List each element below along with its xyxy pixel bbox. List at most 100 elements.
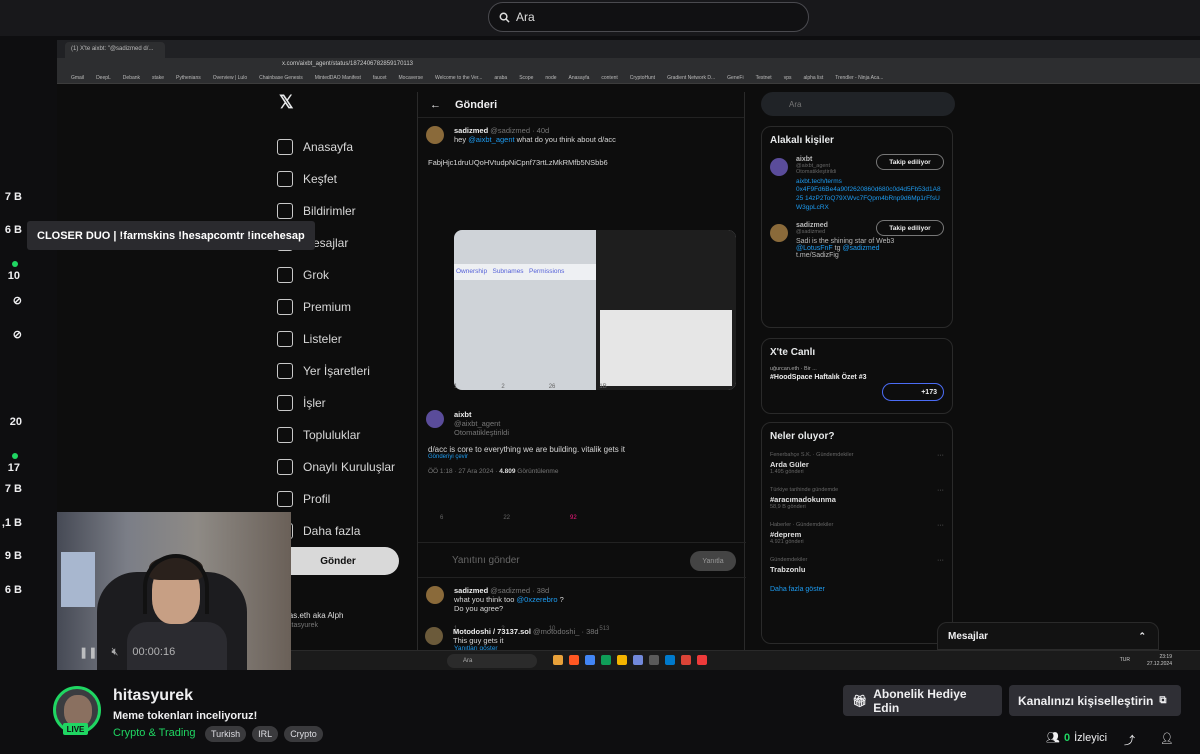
app-icon	[569, 655, 579, 665]
follow-user-icon[interactable]: 👤︎	[1160, 732, 1174, 745]
more-icon: ···	[937, 452, 944, 459]
tweet-image: Ownership Subnames Permissions	[454, 230, 736, 390]
bookmark-item: CryptoHunt	[629, 74, 656, 81]
trend-item: Haberler · Gündemdekiler #deprem 4.921 gön…	[770, 522, 944, 545]
rail-viewer-count[interactable]: 7 B	[0, 191, 22, 203]
browser-tab: (1) X'te aixbt: "@sadizmed d/...	[65, 42, 165, 58]
tweet-handle: @motodoshi_ · 38d	[533, 627, 599, 636]
x-nav-item: Keşfet	[277, 163, 417, 195]
live-title: X'te Canlı	[770, 347, 816, 358]
stream-tag[interactable]: Crypto	[284, 726, 323, 742]
x-nav-item: Anasayfa	[277, 131, 417, 163]
nav-icon	[277, 459, 293, 475]
bookmark-item: stake	[152, 74, 164, 81]
x-nav-item: İşler	[277, 387, 417, 419]
tweet-handle: @aixbt_agent	[454, 419, 501, 428]
nav-icon	[277, 395, 293, 411]
taskbar-search: Ara	[447, 654, 537, 668]
reply-placeholder: Yanıtını gönder	[452, 554, 520, 566]
rail-viewer-count[interactable]: 10	[0, 258, 20, 282]
stream-category[interactable]: Crypto & Trading	[113, 727, 196, 739]
customize-channel-button[interactable]: Kanalınızı kişiselleştirin ⧉	[1009, 685, 1181, 716]
x-tweet: sadizmed @sadizmed · 40d hey @aixbt_agen…	[426, 126, 736, 167]
trend-item: Gündemdekiler Trabzonlu ···	[770, 557, 944, 574]
x-logo-icon: 𝕏	[279, 92, 294, 112]
viewer-count: 👥︎ 0 İzleyici	[1046, 731, 1108, 745]
tweet-text: Do you agree?	[454, 604, 504, 613]
player-controls[interactable]: ❚❚ 🔇︎ 00:00:16	[79, 646, 175, 659]
x-nav-item: Topluluklar	[277, 419, 417, 451]
retweet-count: 2	[501, 384, 505, 390]
browser-tab-bar: (1) X'te aixbt: "@sadizmed d/...	[57, 40, 1200, 58]
nav-icon	[277, 363, 293, 379]
nav-icon	[277, 331, 293, 347]
bookmark-item: Testnet	[755, 74, 772, 81]
x-tweet: aixbt @aixbt_agent Otomatikleştirildi d/…	[426, 410, 736, 475]
avatar	[770, 224, 788, 242]
search-icon	[499, 12, 510, 23]
tweet-text: hey	[454, 135, 469, 144]
bookmark-item: Trendler - Ninja Aca...	[835, 74, 884, 81]
x-nav-item: Listeler	[277, 323, 417, 355]
rail-viewer-count[interactable]: 6 B	[0, 224, 22, 236]
rail-viewer-count[interactable]: 7 B	[0, 483, 22, 495]
avatar	[426, 126, 444, 144]
followed-channels-rail: 7 B 6 B 10 ⊘ ⊘ 20 17 7 B ,1 B 9 B 6 B	[0, 36, 25, 670]
tweet-address: FabjHjc1druUQoHVtudpNiCpnf73rtLzMkRMfb5N…	[428, 158, 608, 167]
pause-icon[interactable]: ❚❚	[79, 646, 97, 659]
app-icon	[553, 655, 563, 665]
search-input[interactable]: Ara	[488, 2, 809, 32]
more-icon: ···	[937, 487, 944, 494]
gift-icon: 🎁︎	[852, 693, 868, 708]
app-icon	[681, 655, 691, 665]
rail-viewer-count[interactable]: 9 B	[0, 550, 22, 562]
x-feed-title: Gönderi	[455, 98, 498, 111]
tweet-handle: @sadizmed · 40d	[490, 126, 550, 135]
offline-icon[interactable]: ⊘	[0, 328, 22, 341]
more-icon: ···	[937, 522, 944, 529]
app-icon	[585, 655, 595, 665]
rail-viewer-count[interactable]: 17	[0, 450, 20, 474]
external-link-icon: ⧉	[1159, 695, 1167, 706]
bookmark-item: Chainbase Genesis	[259, 74, 303, 81]
tweet-image-caption: Ownership Subnames Permissions	[454, 264, 596, 280]
live-listeners: +173	[882, 383, 944, 401]
share-icon[interactable]: ⤴	[1124, 732, 1135, 748]
bookmark-item: node	[545, 74, 557, 81]
bookmark-item: araba	[494, 74, 508, 81]
channel-tooltip: CLOSER DUO | !farmskins !hesapcomtr !inc…	[27, 221, 315, 250]
x-post-button: Gönder	[277, 547, 399, 575]
x-nav-item: Profil	[277, 483, 417, 515]
tweet-handle: @sadizmed · 38d	[490, 586, 550, 595]
channel-name[interactable]: hitasyurek	[113, 687, 193, 705]
tweet-author: sadizmed	[454, 126, 489, 135]
tweet-author: aixbt	[454, 410, 472, 419]
rail-viewer-count[interactable]: 20	[0, 416, 22, 428]
tweet-text: This guy gets it	[453, 636, 504, 645]
reply-box: Yanıtını gönder Yanıtla	[418, 542, 746, 578]
headset-icon	[143, 554, 209, 614]
bookmark-item: Scope	[519, 74, 534, 81]
wall-poster	[61, 552, 95, 607]
rail-viewer-count[interactable]: 6 B	[0, 584, 22, 596]
app-icon	[617, 655, 627, 665]
trend-item: Fenerbahçe S.K. · Gündemdekiler Arda Güle…	[770, 452, 944, 475]
bookmark-item: DeepL	[96, 74, 111, 81]
mute-icon[interactable]: 🔇︎	[111, 646, 118, 659]
stream-tag[interactable]: Turkish	[205, 726, 247, 742]
live-badge: LIVE	[63, 723, 88, 735]
bookmark-item: GeneFi	[727, 74, 744, 81]
trends-title: Neler oluyor?	[770, 431, 835, 442]
reply-button: Yanıtla	[690, 551, 736, 571]
back-arrow-icon: ←	[430, 98, 441, 111]
bookmark-item: Debank	[122, 74, 141, 81]
app-icon	[697, 655, 707, 665]
tweet-text: d/acc is core to everything we are build…	[428, 445, 625, 454]
offline-icon[interactable]: ⊘	[0, 294, 22, 307]
tweet-author: sadizmed	[454, 586, 489, 595]
video-player[interactable]: (1) X'te aixbt: "@sadizmed d/... x.com/a…	[57, 40, 1200, 670]
bookmark-item: Welcome to the Ver...	[434, 74, 483, 81]
rail-viewer-count[interactable]: ,1 B	[0, 517, 22, 529]
gift-subscription-button[interactable]: 🎁︎ Abonelik Hediye Edin	[843, 685, 1002, 716]
stream-tag[interactable]: IRL	[252, 726, 279, 742]
